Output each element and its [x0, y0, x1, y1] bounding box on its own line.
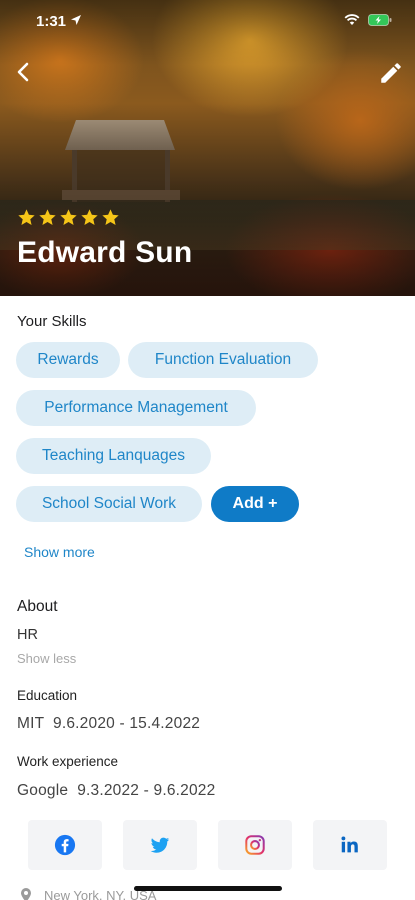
- about-title: About: [17, 598, 58, 615]
- facebook-icon: [54, 834, 76, 856]
- profile-name: Edward Sun: [17, 236, 193, 269]
- twitter-icon: [150, 837, 170, 853]
- skills-title: Your Skills: [17, 313, 87, 330]
- status-bar: 1:31: [0, 10, 415, 34]
- show-more-link[interactable]: Show more: [24, 544, 95, 560]
- linkedin-button[interactable]: [313, 820, 387, 870]
- twitter-button[interactable]: [123, 820, 197, 870]
- wifi-icon: [344, 14, 360, 25]
- education-title: Education: [17, 688, 78, 703]
- linkedin-icon: [341, 836, 358, 853]
- star-icon: [60, 209, 77, 225]
- show-less-link[interactable]: Show less: [17, 651, 76, 666]
- battery-charging-icon: [368, 14, 392, 26]
- facebook-button[interactable]: [28, 820, 102, 870]
- rating-stars: [17, 208, 120, 228]
- instagram-button[interactable]: [218, 820, 292, 870]
- star-icon: [102, 209, 119, 225]
- skill-chip[interactable]: Performance Management: [16, 390, 256, 426]
- map-pin-icon: [21, 888, 31, 900]
- back-chevron-icon[interactable]: [12, 60, 36, 84]
- star-icon: [18, 209, 35, 225]
- education-entry: MIT 9.6.2020 - 15.4.2022: [17, 715, 201, 732]
- star-icon: [81, 209, 98, 225]
- skill-chip[interactable]: Function Evaluation: [128, 342, 318, 378]
- location-arrow-icon: [71, 15, 81, 25]
- skill-chip[interactable]: Teaching Lanquages: [16, 438, 211, 474]
- work-experience-entry: Google 9.3.2022 - 9.6.2022: [17, 782, 216, 799]
- skill-chip[interactable]: Rewards: [16, 342, 120, 378]
- instagram-icon: [245, 835, 265, 855]
- status-time: 1:31: [36, 13, 67, 30]
- star-icon: [39, 209, 56, 225]
- work-experience-title: Work experience: [17, 754, 119, 769]
- about-text: HR: [17, 627, 38, 643]
- edit-pencil-icon[interactable]: [378, 60, 404, 86]
- home-indicator: [134, 886, 282, 891]
- skill-chip[interactable]: School Social Work: [16, 486, 202, 522]
- add-skill-button[interactable]: Add +: [211, 486, 299, 522]
